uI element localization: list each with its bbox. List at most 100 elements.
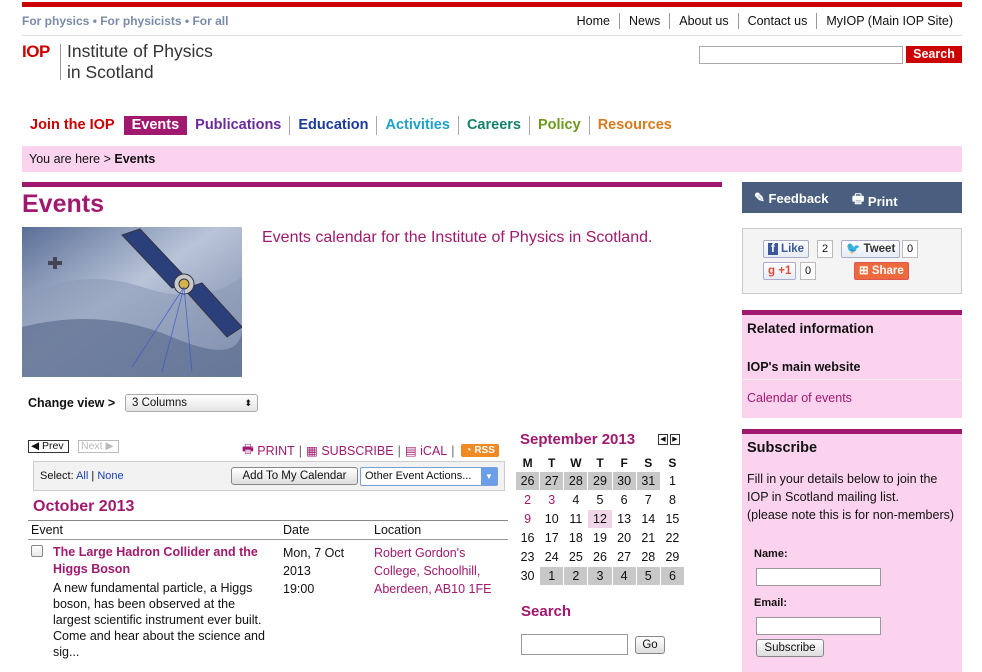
tweet-button[interactable]: 🐦 Tweet <box>841 240 901 258</box>
name-field[interactable] <box>756 568 881 586</box>
rss-button[interactable]: ◔ RSS <box>461 444 499 457</box>
utility-links: Home News About us Contact us MyIOP (Mai… <box>568 13 962 29</box>
calendar-day[interactable]: 4 <box>612 567 636 585</box>
calendar-day[interactable]: 12 <box>588 510 612 528</box>
calendar-day[interactable]: 27 <box>613 548 636 566</box>
event-title-link[interactable]: The Large Hadron Collider and the Higgs … <box>53 544 275 578</box>
calendar-day[interactable]: 25 <box>564 548 587 566</box>
calendar-day[interactable]: 7 <box>637 491 660 509</box>
nav-activities[interactable]: Activities <box>376 116 457 135</box>
iop-logo-mark[interactable]: IOP <box>22 42 50 62</box>
calendar-day[interactable]: 3 <box>588 567 612 585</box>
column-header-date: Date <box>283 523 310 537</box>
print-link[interactable]: 🖶 PRINT <box>242 440 295 461</box>
calendar-day[interactable]: 8 <box>661 491 684 509</box>
calendar-day[interactable]: 27 <box>540 472 564 490</box>
print-button[interactable]: 🖶 Print <box>852 190 898 212</box>
subscribe-button[interactable]: Subscribe <box>756 639 824 657</box>
calendar-week: 26 27 28 29 30 31 1 <box>516 472 684 490</box>
share-button[interactable]: ⊞ Share <box>854 262 909 280</box>
other-event-actions-select[interactable]: Other Event Actions... ▼ <box>360 467 498 486</box>
calendar-day[interactable]: 5 <box>588 491 611 509</box>
pencil-icon: ✎ <box>754 190 765 205</box>
calendar-day[interactable]: 10 <box>540 510 563 528</box>
nav-resources[interactable]: Resources <box>588 116 680 135</box>
prev-button[interactable]: ◀ Prev <box>28 440 69 453</box>
select-all-link[interactable]: All <box>76 470 88 482</box>
calendar-prev-icon[interactable]: ◀ <box>658 434 668 445</box>
calendar-day[interactable]: 19 <box>588 529 611 547</box>
calendar-day-with-event[interactable]: 3 <box>540 491 563 509</box>
calendar-day[interactable]: 14 <box>637 510 660 528</box>
calendar-day[interactable]: 18 <box>564 529 587 547</box>
calendar-search-input[interactable] <box>521 634 628 655</box>
calendar-day[interactable]: 31 <box>636 472 660 490</box>
prev-label: Prev <box>42 440 64 452</box>
calendar-day-with-event[interactable]: 2 <box>516 491 539 509</box>
calendar-day[interactable]: 28 <box>564 472 588 490</box>
calendar-day[interactable]: 26 <box>516 472 540 490</box>
link-home[interactable]: Home <box>568 13 619 29</box>
nav-careers[interactable]: Careers <box>457 116 529 135</box>
mini-calendar-grid: MTWTFSS 26 27 28 29 30 31 1 2 3 4 5 6 7 8 9 10 11 12 13 14 1… <box>515 453 685 586</box>
link-news[interactable]: News <box>618 13 669 29</box>
link-myiop[interactable]: MyIOP (Main IOP Site) <box>816 13 962 29</box>
logo-wordmark[interactable]: Institute of Physics in Scotland <box>67 41 213 83</box>
table-header-rule <box>28 539 508 540</box>
iop-main-website-link[interactable]: IOP's main website <box>747 360 860 374</box>
calendar-day[interactable]: 13 <box>613 510 636 528</box>
calendar-next-icon[interactable]: ▶ <box>670 434 680 445</box>
site-search-input[interactable] <box>699 46 903 64</box>
calendar-day[interactable]: 26 <box>588 548 611 566</box>
calendar-day[interactable]: 30 <box>516 567 539 585</box>
select-none-link[interactable]: None <box>97 470 123 482</box>
calendar-day[interactable]: 1 <box>540 567 564 585</box>
feedback-button[interactable]: ✎ Feedback <box>754 190 829 206</box>
nav-join-the-iop[interactable]: Join the IOP <box>24 116 123 135</box>
event-location-link[interactable]: Robert Gordon's College, Schoolhill, Abe… <box>374 544 506 598</box>
nav-events[interactable]: Events <box>123 116 188 135</box>
subscribe-link[interactable]: ▦ SUBSCRIBE <box>306 443 394 459</box>
nav-policy[interactable]: Policy <box>528 116 589 135</box>
calendar-day[interactable]: 29 <box>588 472 612 490</box>
calendar-search-go-button[interactable]: Go <box>635 636 665 654</box>
ical-link[interactable]: ▤ iCAL <box>405 443 447 459</box>
email-field[interactable] <box>756 617 881 635</box>
calendar-week: 16 17 18 19 20 21 22 <box>516 529 684 547</box>
divider <box>742 379 962 380</box>
calendar-day[interactable]: 29 <box>661 548 684 566</box>
calendar-of-events-link[interactable]: Calendar of events <box>747 391 852 405</box>
event-description: A new fundamental particle, a Higgs boso… <box>53 581 265 659</box>
calendar-day[interactable]: 21 <box>637 529 660 547</box>
calendar-day[interactable]: 23 <box>516 548 539 566</box>
link-contact-us[interactable]: Contact us <box>737 13 817 29</box>
calendar-day[interactable]: 16 <box>516 529 539 547</box>
calendar-day[interactable]: 4 <box>564 491 587 509</box>
calendar-day[interactable]: 1 <box>661 472 684 490</box>
calendar-day[interactable]: 20 <box>613 529 636 547</box>
calendar-day[interactable]: 22 <box>661 529 684 547</box>
change-view-select[interactable]: 3 Columns ⬍ <box>125 394 258 412</box>
calendar-day[interactable]: 17 <box>540 529 563 547</box>
calendar-day[interactable]: 15 <box>661 510 684 528</box>
calendar-day[interactable]: 6 <box>660 567 684 585</box>
link-about-us[interactable]: About us <box>669 13 737 29</box>
calendar-day[interactable]: 28 <box>637 548 660 566</box>
calendar-day[interactable]: 24 <box>540 548 563 566</box>
calendar-day-with-event[interactable]: 9 <box>516 510 539 528</box>
add-to-calendar-button[interactable]: Add To My Calendar <box>231 467 358 485</box>
calendar-day[interactable]: 2 <box>564 567 588 585</box>
facebook-like-button[interactable]: f Like <box>763 240 810 258</box>
calendar-day[interactable]: 11 <box>564 510 587 528</box>
next-button[interactable]: Next ▶ <box>78 440 119 453</box>
nav-education[interactable]: Education <box>289 116 376 135</box>
table-top-rule <box>28 520 508 521</box>
google-plus-button[interactable]: g +1 <box>763 262 797 280</box>
calendar-day[interactable]: 5 <box>636 567 660 585</box>
calendar-day[interactable]: 6 <box>613 491 636 509</box>
event-select-checkbox[interactable] <box>31 545 43 557</box>
calendar-day[interactable]: 30 <box>612 472 636 490</box>
weekday-header: S <box>644 455 653 470</box>
site-search-button[interactable]: Search <box>906 46 962 63</box>
nav-publications[interactable]: Publications <box>187 116 289 135</box>
